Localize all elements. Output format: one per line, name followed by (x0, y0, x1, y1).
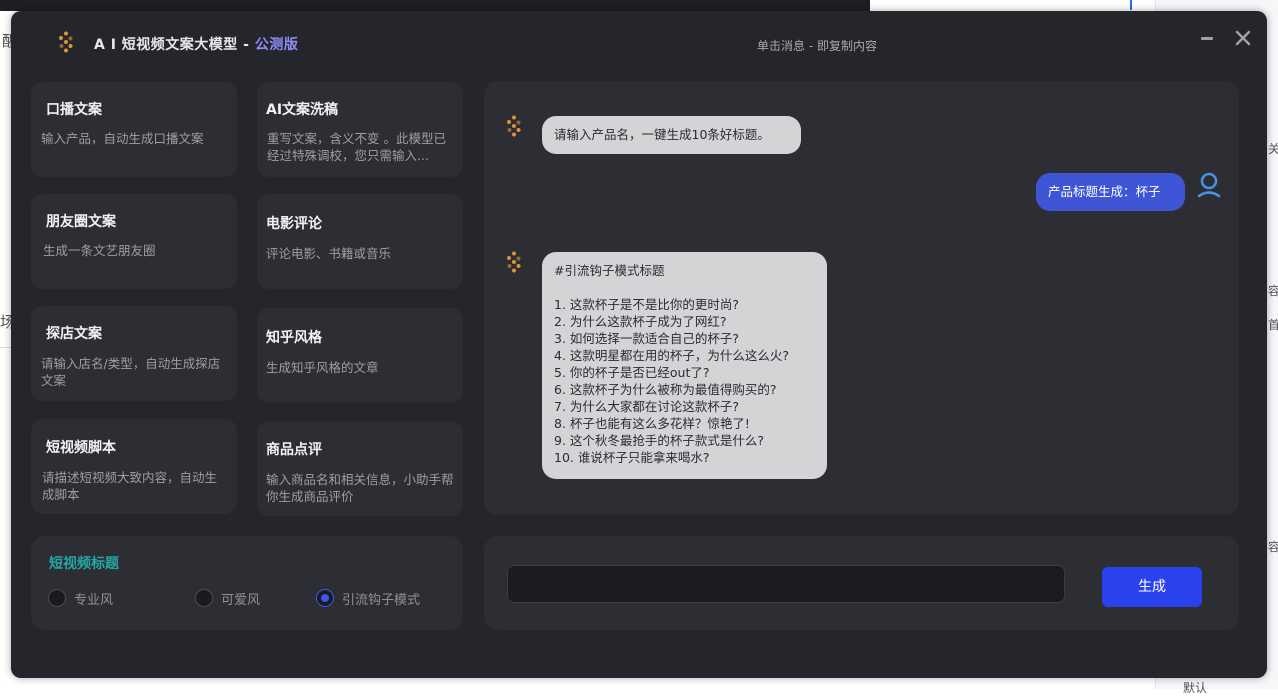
reply-line: 4. 这款明星都在用的杯子，为什么这么火? (554, 348, 790, 363)
card-title: 口播文案 (46, 102, 102, 118)
reply-line: 9. 这个秋冬最抢手的杯子款式是什么? (554, 433, 765, 448)
input-panel: 生成 (484, 536, 1239, 630)
background-text-fragment: 首 (1268, 318, 1278, 332)
generate-button[interactable]: 生成 (1102, 567, 1202, 607)
ai-copywriting-window: A I 短视频文案大模型 - 公测版 单击消息 - 即复制内容 口播文案 输入产… (11, 11, 1267, 678)
title-style-panel: 短视频标题 专业风 可爱风 引流钩子模式 (31, 536, 463, 630)
background-text-fragment: 默认 (1183, 681, 1208, 695)
card-description: 输入产品，自动生成口播文案 (41, 131, 204, 146)
reply-line: 2. 为什么这款杯子成为了网红? (554, 314, 727, 329)
radio-label: 可爱风 (221, 593, 261, 608)
beta-label: 公测版 (254, 37, 299, 53)
template-card-video-script[interactable]: 短视频脚本 请描述短视频大致内容，自动生成脚本 (31, 419, 237, 514)
card-description: 请输入店名/类型，自动生成探店文案 (41, 356, 221, 388)
user-avatar-icon (1197, 172, 1221, 198)
bot-message-greeting[interactable]: 请输入产品名，一键生成10条好标题。 (542, 116, 801, 154)
user-message[interactable]: 产品标题生成：杯子 (1036, 173, 1185, 211)
chat-panel: 请输入产品名，一键生成10条好标题。 产品标题生成：杯子 #引流钩子模式标题 1… (484, 81, 1239, 515)
background-app-topbar (0, 0, 870, 11)
template-card-product-review[interactable]: 商品点评 输入商品名和相关信息，小助手帮你生成商品评价 (257, 421, 463, 516)
reply-line: 8. 杯子也能有这么多花样？惊艳了! (554, 416, 750, 431)
app-title-text: A I 短视频文案大模型 - (94, 37, 255, 53)
reply-line: 5. 你的杯子是否已经out了? (554, 365, 710, 380)
copy-hint: 单击消息 - 即复制内容 (757, 39, 877, 53)
background-app-accent-strip (1130, 0, 1132, 10)
template-card-koubo[interactable]: 口播文案 输入产品，自动生成口播文案 (31, 82, 237, 177)
bot-message-reply[interactable]: #引流钩子模式标题 1. 这款杯子是不是比你的更时尚? 2. 为什么这款杯子成为… (542, 252, 827, 479)
option-panel-title: 短视频标题 (49, 556, 119, 572)
reply-line (554, 279, 827, 296)
card-title: 商品点评 (266, 442, 322, 458)
radio-label: 引流钩子模式 (342, 593, 421, 608)
radio-label: 专业风 (74, 593, 114, 608)
radio-dot-selected (316, 589, 334, 607)
card-description: 生成一条文艺朋友圈 (43, 243, 156, 258)
app-title: A I 短视频文案大模型 - 公测版 (94, 34, 298, 54)
radio-dot (195, 589, 213, 607)
card-description: 重写文案，含义不变 。此模型已经过特殊调校，您只需输入... (267, 131, 446, 163)
close-button[interactable] (1232, 27, 1254, 49)
reply-line: 1. 这款杯子是不是比你的更时尚? (554, 297, 740, 312)
card-title: AI文案洗稿 (266, 102, 339, 118)
spark-logo-icon (59, 31, 73, 53)
reply-line: 3. 如何选择一款适合自己的杯子? (554, 331, 740, 346)
card-title: 电影评论 (266, 216, 322, 232)
minimize-icon (1201, 37, 1213, 40)
card-description: 生成知乎风格的文章 (266, 360, 379, 375)
background-text-fragment: 关 (1268, 142, 1278, 156)
card-title: 朋友圈文案 (46, 214, 116, 230)
card-description: 输入商品名和相关信息，小助手帮你生成商品评价 (266, 472, 454, 504)
bot-avatar-icon (507, 115, 521, 137)
bot-avatar-icon (507, 251, 521, 273)
template-card-movie-review[interactable]: 电影评论 评论电影、书籍或音乐 (257, 194, 463, 289)
reply-line: #引流钩子模式标题 (554, 263, 665, 278)
minimize-button[interactable] (1196, 27, 1218, 49)
template-card-store-visit[interactable]: 探店文案 请输入店名/类型，自动生成探店文案 (31, 306, 237, 401)
card-description: 评论电影、书籍或音乐 (266, 246, 392, 261)
card-title: 知乎风格 (266, 330, 322, 346)
background-text-fragment: 容 (1268, 284, 1278, 298)
card-description: 请描述短视频大致内容，自动生成脚本 (42, 470, 218, 502)
radio-dot (48, 589, 66, 607)
reply-line: 6. 这款杯子为什么被称为最值得购买的? (554, 382, 777, 397)
reply-line: 7. 为什么大家都在讨论这款杯子? (554, 399, 740, 414)
template-card-moments[interactable]: 朋友圈文案 生成一条文艺朋友圈 (31, 194, 237, 289)
prompt-input[interactable] (507, 565, 1065, 603)
template-card-zhihu[interactable]: 知乎风格 生成知乎风格的文章 (257, 308, 463, 403)
card-title: 探店文案 (46, 326, 102, 342)
background-text-fragment: 容 (1268, 540, 1278, 554)
close-icon (1235, 30, 1251, 46)
template-card-rewrite[interactable]: AI文案洗稿 重写文案，含义不变 。此模型已经过特殊调校，您只需输入... (257, 82, 463, 177)
card-title: 短视频脚本 (46, 440, 116, 456)
reply-line: 10. 谁说杯子只能拿来喝水? (554, 450, 710, 465)
